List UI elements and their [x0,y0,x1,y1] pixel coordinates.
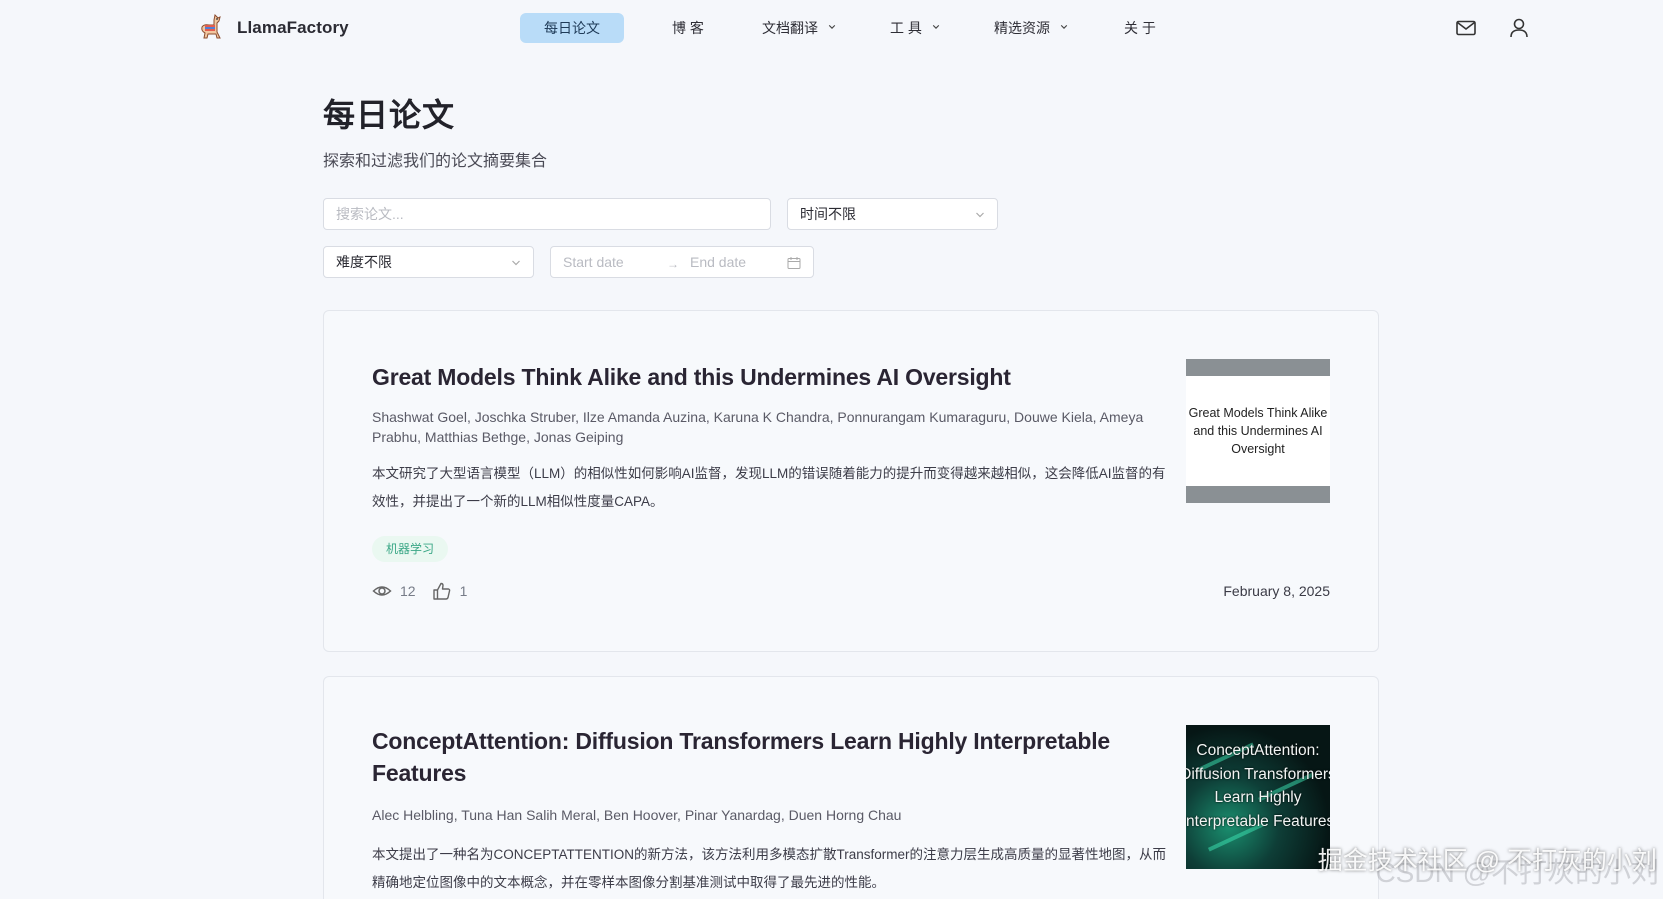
chevron-down-icon [1060,25,1068,29]
topic-tag[interactable]: 机器学习 [372,536,449,562]
paper-summary: 本文提出了一种名为CONCEPTATTENTION的新方法，该方法利用多模态扩散… [372,847,1167,890]
date-range-picker[interactable]: Start date → End date [550,246,814,278]
range-separator: → [667,257,679,271]
nav-item-resources[interactable]: 精选资源 [994,13,1068,43]
paper-title[interactable]: ConceptAttention: Diffusion Transformers… [372,725,1132,789]
chevron-down-icon [512,260,520,266]
user-icon[interactable] [1507,16,1531,40]
nav-item-tools[interactable]: 工 具 [890,13,940,43]
eye-icon [372,586,392,596]
nav-item-daily-papers[interactable]: 每日论文 [520,13,624,43]
nav-label: 关 于 [1124,20,1156,36]
paper-stats: 12 1 [372,581,473,601]
difficulty-filter-value: 难度不限 [336,254,392,270]
thumbnail-title: Great Models Think Alike and this Underm… [1188,406,1328,456]
thumbs-up-icon [432,582,450,600]
page-subtitle: 探索和过滤我们的论文摘要集合 [323,153,548,170]
thumbnail-bar [1186,486,1330,503]
paper-authors: Alec Helbling, Tuna Han Salih Meral, Ben… [372,807,902,823]
view-count-value: 12 [400,583,416,599]
view-count: 12 [372,581,416,601]
paper-title[interactable]: Great Models Think Alike and this Underm… [372,361,1011,393]
search-input[interactable] [323,198,771,230]
paper-card[interactable]: ConceptAttention: Diffusion Transformers… [323,676,1379,899]
watermark: 掘金技术社区 @ 不打灰的小刘 [1317,847,1657,875]
nav-item-blog[interactable]: 博 客 [672,13,704,43]
like-count-value: 1 [459,583,468,599]
start-date-input[interactable]: Start date [563,254,624,270]
nav-item-about[interactable]: 关 于 [1124,13,1156,43]
thumbnail-title: ConceptAttention: Diffusion Transformers… [1186,742,1330,830]
like-button[interactable]: 1 [432,581,468,601]
paper-date: February 8, 2025 [1223,583,1330,599]
nav-label: 文档翻译 [762,20,818,36]
paper-summary: 本文研究了大型语言模型（LLM）的相似性如何影响AI监督，发现LLM的错误随着能… [372,466,1166,509]
paper-card[interactable]: Great Models Think Alike and this Underm… [323,310,1379,652]
thumbnail-bar [1186,359,1330,376]
nav-item-doc-translation[interactable]: 文档翻译 [762,13,836,43]
brand[interactable]: LlamaFactory [195,12,349,44]
chevron-down-icon [932,25,939,29]
page-title: 每日论文 [323,97,456,133]
mail-icon[interactable] [1454,16,1478,40]
calendar-icon [787,257,801,269]
paper-thumbnail[interactable]: ConceptAttention: Diffusion Transformers… [1186,725,1330,869]
paper-thumbnail[interactable]: Great Models Think Alike and this Underm… [1186,359,1330,503]
nav-label: 博 客 [672,20,704,36]
time-filter-select[interactable]: 时间不限 [787,198,998,230]
nav-label: 每日论文 [544,20,600,36]
paper-authors: Shashwat Goel, Joschka Struber, Ilze Ama… [372,409,1144,445]
nav-label: 精选资源 [994,20,1050,36]
nav-label: 工 具 [890,20,922,36]
top-navbar: LlamaFactory 每日论文 博 客 文档翻译 工 具 精选资源 关 于 [0,0,1663,56]
llama-logo-icon [201,13,221,39]
chevron-down-icon [976,212,984,218]
end-date-input[interactable]: End date [690,254,746,270]
time-filter-value: 时间不限 [800,206,856,222]
chevron-down-icon [828,25,836,29]
brand-name: LlamaFactory [237,18,349,37]
difficulty-filter-select[interactable]: 难度不限 [323,246,534,278]
